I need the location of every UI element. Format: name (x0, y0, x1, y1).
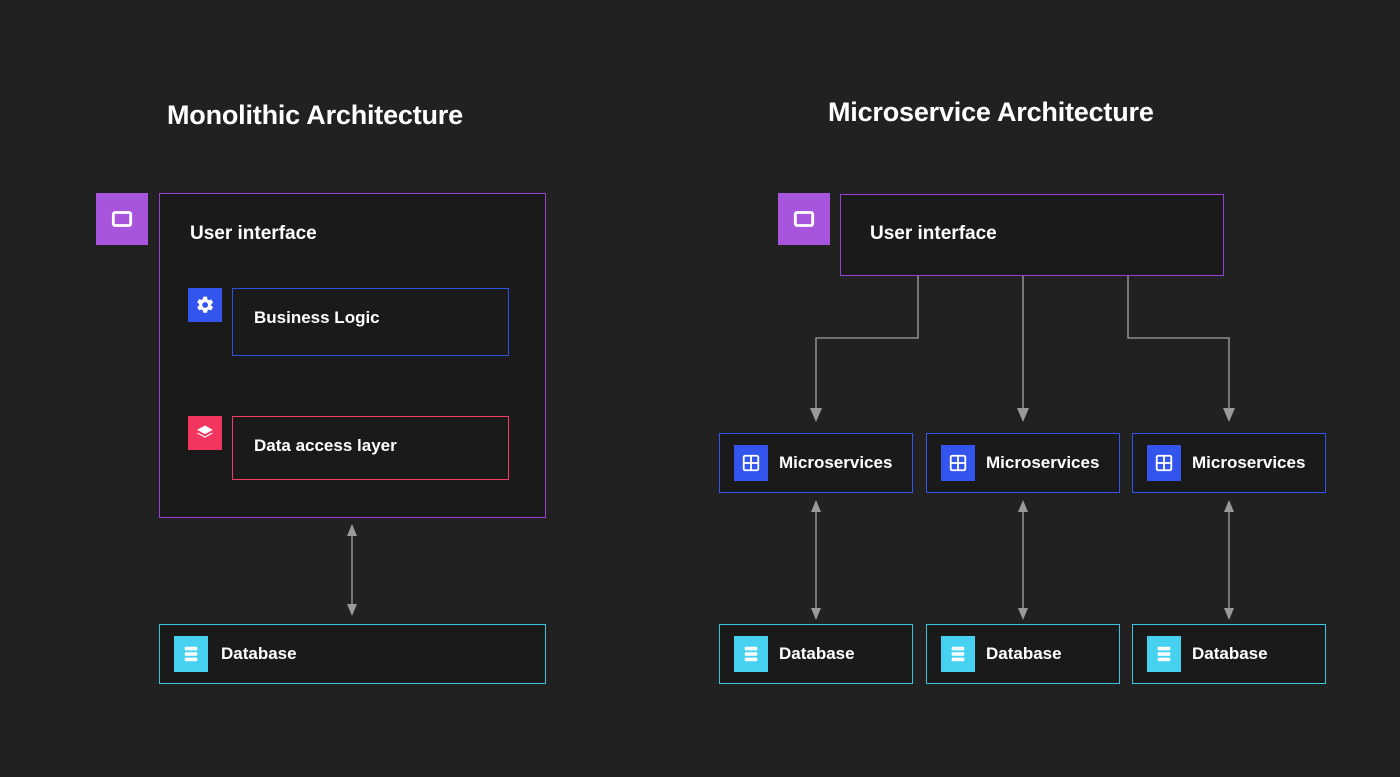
database-icon (174, 636, 208, 672)
microservices-label-2: Microservices (986, 453, 1100, 472)
microservices-label-1: Microservices (779, 453, 893, 472)
monolith-bidirectional-connector (347, 524, 357, 616)
database-label-2: Database (986, 644, 1062, 663)
gear-icon (188, 288, 222, 322)
monolith-database-label: Database (221, 644, 297, 663)
microservice-database-connector-2 (1018, 500, 1028, 620)
monolith-user-interface-label: User interface (190, 223, 317, 244)
data-access-layer-label: Data access layer (254, 436, 397, 455)
database-label-3: Database (1192, 644, 1268, 663)
business-logic-label: Business Logic (254, 308, 380, 327)
diagram-canvas: Monolithic Architecture User interface B… (0, 0, 1400, 777)
window-icon (778, 193, 830, 245)
database-label-1: Database (779, 644, 855, 663)
microservice-database-connector-3 (1224, 500, 1234, 620)
grid-icon (1147, 445, 1181, 481)
microservice-user-interface-label: User interface (870, 223, 997, 244)
microservice-panel-title: Microservice Architecture (828, 97, 1154, 127)
grid-icon (734, 445, 768, 481)
database-icon (1147, 636, 1181, 672)
database-icon (941, 636, 975, 672)
monolithic-panel-title: Monolithic Architecture (167, 100, 463, 130)
layers-icon (188, 416, 222, 450)
window-icon (96, 193, 148, 245)
ui-to-microservices-connectors (810, 276, 1235, 422)
database-icon (734, 636, 768, 672)
grid-icon (941, 445, 975, 481)
microservice-database-connector-1 (811, 500, 821, 620)
microservices-label-3: Microservices (1192, 453, 1306, 472)
monolith-database-box[interactable] (159, 624, 546, 684)
